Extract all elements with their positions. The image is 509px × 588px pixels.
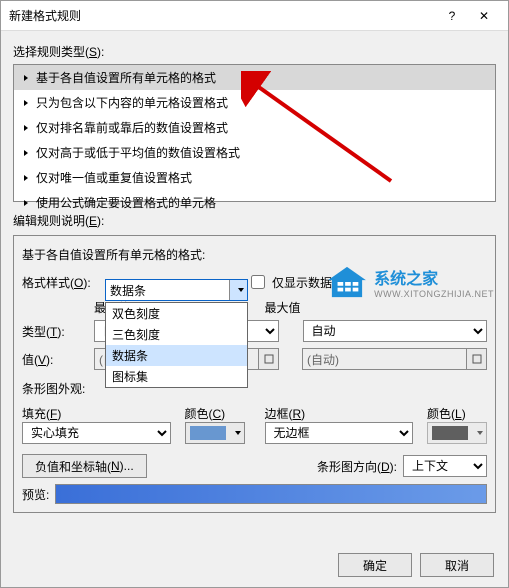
range-icon: [264, 354, 274, 364]
dialog-footer: 确定 取消: [338, 553, 494, 577]
negative-axis-button[interactable]: 负值和坐标轴(N)...: [22, 454, 147, 478]
show-bar-only-input[interactable]: [251, 275, 265, 289]
title-bar: 新建格式规则 ? ✕: [1, 1, 508, 31]
range-picker-button[interactable]: [467, 348, 487, 370]
rule-type-item[interactable]: 仅对唯一值或重复值设置格式: [14, 165, 495, 190]
dialog-title: 新建格式规则: [9, 7, 436, 24]
arrow-icon: [24, 200, 28, 206]
preview-label: 预览:: [22, 486, 49, 503]
value-label: 值(V):: [22, 351, 88, 368]
dialog-new-formatting-rule: 新建格式规则 ? ✕ 选择规则类型(S): 基于各自值设置所有单元格的格式 只为…: [0, 0, 509, 588]
house-icon: [326, 265, 368, 299]
rule-type-label: 选择规则类型(S):: [13, 43, 496, 60]
format-style-dropdown[interactable]: 双色刻度 三色刻度 数据条 图标集: [105, 302, 248, 388]
arrow-icon: [24, 125, 28, 131]
border-label: 边框(R): [265, 405, 414, 422]
chevron-down-icon: [477, 431, 483, 435]
close-button[interactable]: ✕: [468, 4, 500, 28]
fill-select[interactable]: 实心填充: [22, 422, 171, 444]
style-option[interactable]: 双色刻度: [106, 303, 247, 324]
fill-color-label: 颜色(C): [185, 405, 245, 422]
bar-direction-select[interactable]: 上下文: [403, 455, 487, 477]
format-style-combobox[interactable]: 数据条: [105, 279, 248, 301]
ok-button[interactable]: 确定: [338, 553, 412, 577]
fill-color-button[interactable]: [185, 422, 245, 444]
edit-description-label: 编辑规则说明(E):: [13, 212, 496, 229]
help-icon: ?: [449, 9, 456, 23]
style-option[interactable]: 三色刻度: [106, 324, 247, 345]
bar-direction-label: 条形图方向(D):: [317, 458, 397, 475]
preview-box: [55, 484, 487, 504]
style-option[interactable]: 数据条: [106, 345, 247, 366]
border-color-label: 颜色(L): [427, 405, 487, 422]
color-swatch: [190, 426, 226, 440]
max-value-input[interactable]: [302, 348, 467, 370]
watermark: 系统之家 WWW.XITONGZHIJIA.NET: [326, 265, 494, 299]
rule-type-item[interactable]: 只为包含以下内容的单元格设置格式: [14, 90, 495, 115]
type-label: 类型(T):: [22, 323, 88, 340]
close-icon: ✕: [479, 9, 489, 23]
help-button[interactable]: ?: [436, 4, 468, 28]
max-type-select[interactable]: 自动: [303, 320, 488, 342]
fill-label: 填充(F): [22, 405, 171, 422]
cancel-button[interactable]: 取消: [420, 553, 494, 577]
rule-type-item[interactable]: 仅对高于或低于平均值的数值设置格式: [14, 140, 495, 165]
group-title: 基于各自值设置所有单元格的格式:: [22, 246, 487, 263]
rule-type-item[interactable]: 仅对排名靠前或靠后的数值设置格式: [14, 115, 495, 140]
arrow-icon: [24, 150, 28, 156]
max-header: 最大值: [265, 299, 488, 316]
range-icon: [472, 354, 482, 364]
style-option[interactable]: 图标集: [106, 366, 247, 387]
chevron-down-icon: [229, 280, 247, 300]
arrow-icon: [24, 75, 28, 81]
rule-type-list[interactable]: 基于各自值设置所有单元格的格式 只为包含以下内容的单元格设置格式 仅对排名靠前或…: [13, 64, 496, 202]
rule-type-item[interactable]: 基于各自值设置所有单元格的格式: [14, 65, 495, 90]
arrow-icon: [24, 100, 28, 106]
range-picker-button[interactable]: [259, 348, 279, 370]
border-color-button[interactable]: [427, 422, 487, 444]
watermark-title: 系统之家: [374, 265, 494, 289]
format-style-label: 格式样式(O):: [22, 274, 92, 291]
watermark-url: WWW.XITONGZHIJIA.NET: [374, 289, 494, 299]
color-swatch: [432, 426, 468, 440]
chevron-down-icon: [235, 431, 241, 435]
bar-appearance-title: 条形图外观:: [22, 380, 487, 397]
border-select[interactable]: 无边框: [265, 422, 414, 444]
arrow-icon: [24, 175, 28, 181]
